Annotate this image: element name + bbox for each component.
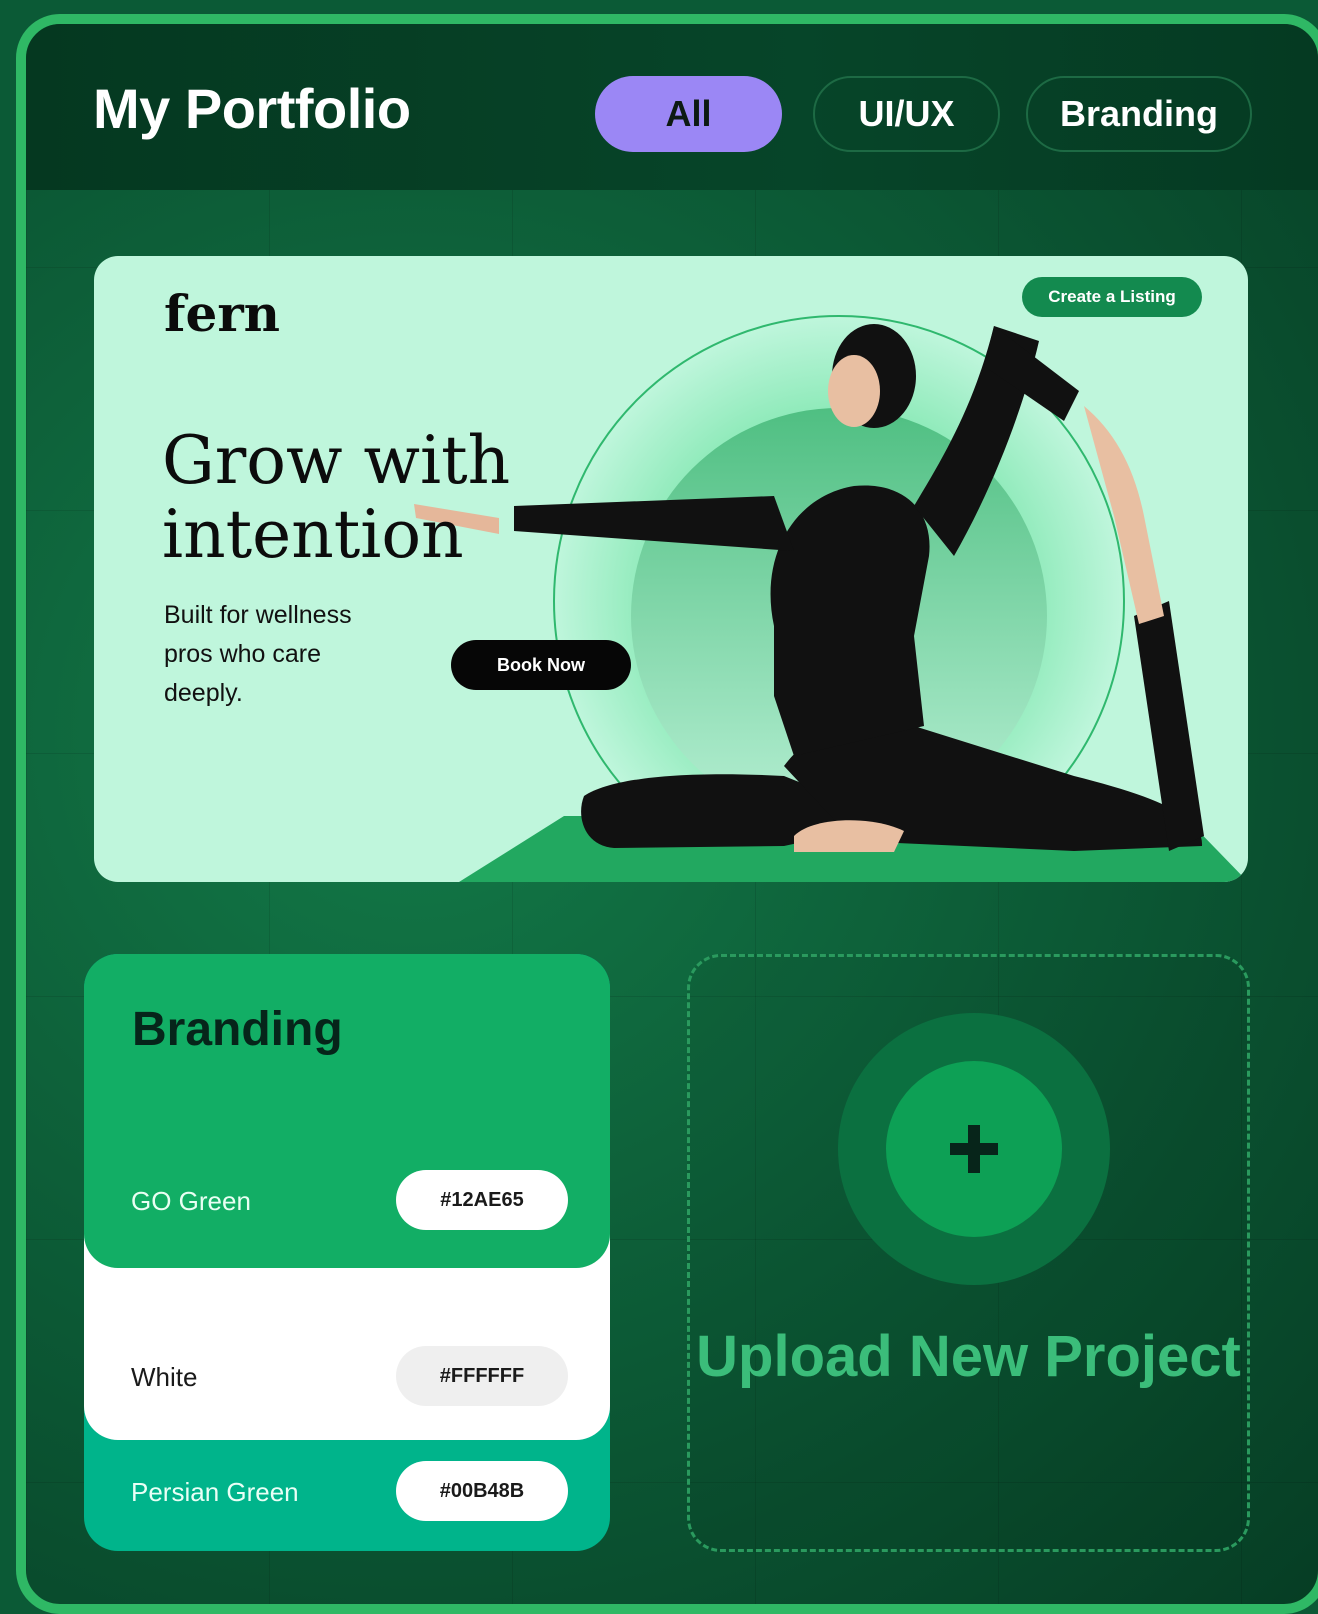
page-title: My Portfolio <box>93 77 411 140</box>
swatch-name: White <box>131 1362 198 1392</box>
swatch-name: GO Green <box>131 1186 251 1216</box>
filter-branding-button[interactable]: Branding <box>1026 76 1252 152</box>
project-card-fern[interactable]: fern Create a Listing Grow with intentio… <box>94 256 1248 882</box>
brand-logo: fern <box>164 284 281 343</box>
create-listing-button[interactable]: Create a Listing <box>1022 277 1202 317</box>
swatch-go-green: Branding GO Green #12AE65 <box>84 954 610 1268</box>
header: My Portfolio All UI/UX Branding <box>26 24 1318 190</box>
hero-heading: Grow with intention <box>162 422 511 573</box>
hero-subtitle: Built for wellness pros who care deeply. <box>164 601 352 707</box>
portfolio-panel: My Portfolio All UI/UX Branding fern Cre… <box>16 14 1318 1614</box>
upload-label: Upload New Project <box>696 1324 1241 1389</box>
swatch-hex-pill: #00B48B <box>396 1461 568 1521</box>
swatch-hex-pill: #FFFFFF <box>396 1346 568 1406</box>
book-now-button[interactable]: Book Now <box>451 640 631 690</box>
upload-new-project[interactable]: Upload New Project <box>687 954 1250 1552</box>
swatch-hex-pill: #12AE65 <box>396 1170 568 1230</box>
plus-icon <box>950 1125 998 1173</box>
filter-uiux-button[interactable]: UI/UX <box>813 76 1000 152</box>
branding-card-title: Branding <box>132 1003 343 1056</box>
add-project-button[interactable] <box>886 1061 1062 1237</box>
filter-all-button[interactable]: All <box>595 76 782 152</box>
project-card-branding[interactable]: Branding GO Green #12AE65 White #FFFFFF … <box>84 954 610 1551</box>
swatch-name: Persian Green <box>131 1477 299 1507</box>
